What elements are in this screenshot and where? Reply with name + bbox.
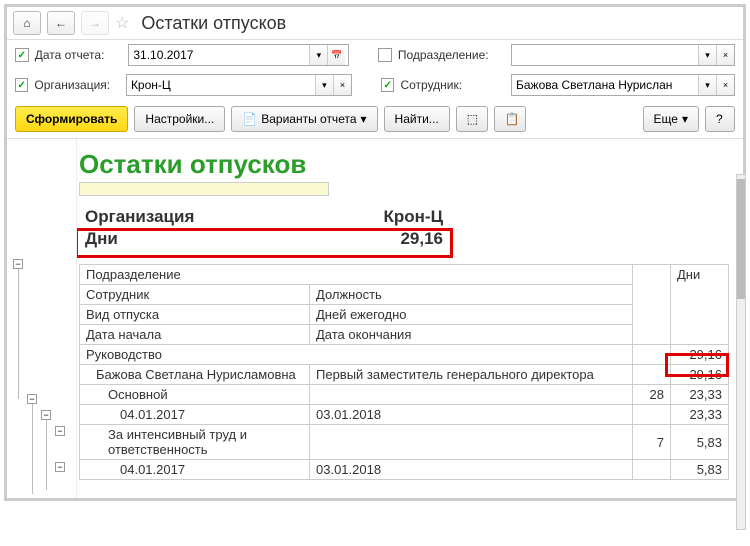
- find-button[interactable]: Найти...: [384, 106, 450, 132]
- tree-toggle[interactable]: −: [13, 259, 23, 269]
- variants-button[interactable]: 📄Варианты отчета ▾: [231, 106, 377, 132]
- home-button[interactable]: ⌂: [13, 11, 41, 35]
- variants-icon: 📄: [242, 112, 257, 126]
- form-button[interactable]: Сформировать: [15, 106, 128, 132]
- division-label: Подразделение:: [398, 48, 505, 62]
- chevron-down-icon: ▾: [361, 112, 367, 126]
- emp-checkbox[interactable]: [381, 78, 394, 92]
- chevron-down-icon: ▾: [682, 112, 688, 126]
- hdr-end: Дата окончания: [310, 325, 633, 345]
- print-button[interactable]: 📋: [494, 106, 526, 132]
- division-input[interactable]: [512, 45, 698, 65]
- table-row: 04.01.2017 03.01.2018 5,83: [80, 460, 729, 480]
- division-clear-icon[interactable]: ×: [716, 45, 734, 65]
- org-clear-icon[interactable]: ×: [333, 75, 351, 95]
- hdr-leave-type: Вид отпуска: [80, 305, 310, 325]
- org-label: Организация:: [34, 78, 120, 92]
- date-dropdown-icon[interactable]: ▾: [309, 45, 327, 65]
- emp-input[interactable]: [512, 75, 698, 95]
- hdr-days-yearly: Дней ежегодно: [310, 305, 633, 325]
- table-row: 04.01.2017 03.01.2018 23,33: [80, 405, 729, 425]
- summary-org-label: Организация: [79, 206, 299, 228]
- summary-days-value: 29,16: [299, 228, 449, 250]
- group-days: 29,16: [671, 345, 729, 365]
- tree-toggle[interactable]: −: [27, 394, 37, 404]
- table-row: За интенсивный труд и ответственность 7 …: [80, 425, 729, 460]
- title-underline: [79, 182, 329, 196]
- expand-button[interactable]: ⬚: [456, 106, 488, 132]
- date-input[interactable]: [129, 45, 309, 65]
- tree-gutter: − − − − −: [7, 139, 77, 498]
- date-label: Дата отчета:: [35, 48, 123, 62]
- group-row: Руководство: [80, 345, 633, 365]
- division-checkbox[interactable]: [378, 48, 392, 62]
- emp-dropdown-icon[interactable]: ▾: [698, 75, 716, 95]
- division-dropdown-icon[interactable]: ▾: [698, 45, 716, 65]
- org-dropdown-icon[interactable]: ▾: [315, 75, 333, 95]
- favorite-icon[interactable]: ☆: [115, 13, 129, 33]
- summary-table: Организация Крон-Ц Дни 29,16: [79, 206, 449, 250]
- summary-org-value: Крон-Ц: [299, 206, 449, 228]
- hdr-division: Подразделение: [80, 265, 633, 285]
- data-table: Подразделение Дни Сотрудник Должность Ви…: [79, 264, 729, 480]
- table-row: Основной 28 23,33: [80, 385, 729, 405]
- forward-button: →: [81, 11, 109, 35]
- org-input[interactable]: [127, 75, 315, 95]
- date-checkbox[interactable]: [15, 48, 29, 62]
- hdr-employee: Сотрудник: [80, 285, 310, 305]
- summary-days-label: Дни: [79, 228, 299, 250]
- report-title: Остатки отпусков: [79, 149, 729, 180]
- tree-toggle[interactable]: −: [55, 426, 65, 436]
- hdr-position: Должность: [310, 285, 633, 305]
- emp-label: Сотрудник:: [400, 78, 505, 92]
- org-checkbox[interactable]: [15, 78, 28, 92]
- back-button[interactable]: ←: [47, 11, 75, 35]
- emp-clear-icon[interactable]: ×: [716, 75, 734, 95]
- help-button[interactable]: ?: [705, 106, 735, 132]
- vertical-scrollbar[interactable]: [736, 174, 746, 530]
- scroll-thumb[interactable]: [737, 179, 745, 299]
- calendar-icon[interactable]: 📅: [327, 45, 345, 65]
- more-button[interactable]: Еще ▾: [643, 106, 699, 132]
- hdr-days: Дни: [671, 265, 729, 345]
- settings-button[interactable]: Настройки...: [134, 106, 225, 132]
- table-row: Бажова Светлана Нурисламовна Первый заме…: [80, 365, 729, 385]
- hdr-start: Дата начала: [80, 325, 310, 345]
- tree-toggle[interactable]: −: [41, 410, 51, 420]
- page-title: Остатки отпусков: [141, 13, 286, 34]
- tree-toggle[interactable]: −: [55, 462, 65, 472]
